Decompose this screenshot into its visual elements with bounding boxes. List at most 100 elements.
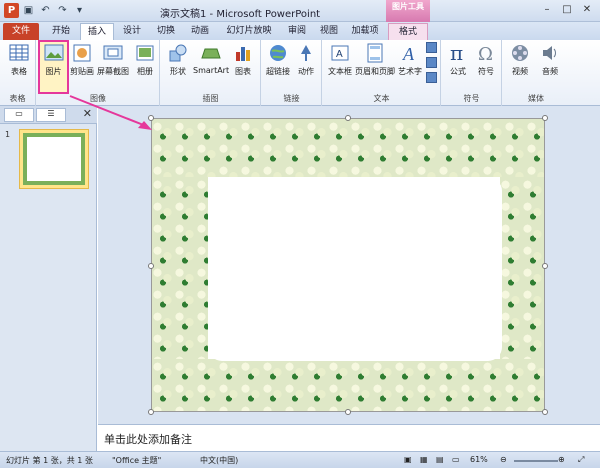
chart-button[interactable]: 图表 bbox=[231, 42, 255, 77]
group-media: 视频 音频 媒体 bbox=[503, 40, 569, 106]
shapes-button[interactable]: 形状 bbox=[165, 42, 191, 77]
clipart-icon bbox=[73, 44, 91, 62]
symbol-button[interactable]: Ω 符号 bbox=[473, 42, 499, 77]
film-reel-icon bbox=[512, 45, 528, 61]
group-label: 表格 bbox=[9, 94, 26, 103]
tab-design[interactable]: 设计 bbox=[116, 23, 148, 40]
resize-handle[interactable] bbox=[345, 115, 351, 121]
screenshot-icon bbox=[103, 45, 123, 60]
resize-handle[interactable] bbox=[148, 115, 154, 121]
slide-thumbnail[interactable] bbox=[19, 129, 89, 189]
tab-review[interactable]: 审阅 bbox=[282, 23, 312, 40]
group-label: 媒体 bbox=[528, 94, 544, 103]
header-footer-button[interactable]: 页眉和页脚 bbox=[355, 42, 395, 77]
wordart-button[interactable]: A 艺术字 bbox=[397, 42, 423, 77]
svg-text:A: A bbox=[336, 49, 343, 60]
zoom-slider[interactable] bbox=[514, 460, 558, 462]
chart-icon bbox=[236, 47, 250, 61]
date-time-icon[interactable] bbox=[426, 42, 437, 53]
group-label: 文本 bbox=[373, 94, 390, 103]
slide-number: 1 bbox=[5, 130, 11, 139]
group-label: 符号 bbox=[463, 94, 480, 103]
equation-button[interactable]: π 公式 bbox=[445, 42, 471, 77]
zoom-out-icon[interactable]: ⊖ bbox=[500, 455, 507, 464]
slideshow-view-icon[interactable]: ▭ bbox=[452, 455, 460, 464]
header-footer-icon bbox=[367, 43, 383, 63]
tab-addins[interactable]: 加载项 bbox=[346, 23, 384, 40]
resize-handle[interactable] bbox=[148, 263, 154, 269]
powerpoint-icon[interactable]: P bbox=[4, 3, 19, 18]
fit-window-icon[interactable]: ⤢ bbox=[578, 455, 584, 465]
save-icon[interactable]: ▣ bbox=[22, 4, 35, 17]
resize-handle[interactable] bbox=[345, 409, 351, 415]
audio-button[interactable]: 音频 bbox=[536, 42, 564, 77]
tab-slideshow[interactable]: 幻灯片放映 bbox=[218, 23, 280, 40]
album-icon bbox=[136, 45, 154, 61]
svg-text:Ω: Ω bbox=[478, 44, 493, 64]
window-title: 演示文稿1 - Microsoft PowerPoint bbox=[160, 9, 321, 20]
slides-tab-icon[interactable]: ▭ bbox=[4, 108, 34, 122]
textbox-button[interactable]: A 文本框 bbox=[325, 42, 355, 77]
tab-home[interactable]: 开始 bbox=[44, 23, 78, 40]
text-small-buttons bbox=[426, 42, 437, 83]
slide-number-icon[interactable] bbox=[426, 57, 437, 68]
table-button[interactable]: 表格 bbox=[5, 42, 33, 77]
tab-view[interactable]: 视图 bbox=[314, 23, 344, 40]
pane-tabs: ▭ ☰ ✕ bbox=[0, 106, 97, 124]
group-text: A 文本框 页眉和页脚 A 艺术字 文本 bbox=[323, 40, 441, 106]
smartart-button[interactable]: SmartArt bbox=[193, 42, 229, 75]
screenshot-button[interactable]: 屏幕截图 bbox=[95, 42, 131, 77]
object-icon[interactable] bbox=[426, 72, 437, 83]
picture-button[interactable]: 图片 bbox=[38, 40, 69, 94]
close-pane-icon[interactable]: ✕ bbox=[83, 107, 92, 120]
tab-format[interactable]: 格式 bbox=[388, 23, 428, 40]
title-bar: P ▣ ↶ ↷ ▾ 演示文稿1 - Microsoft PowerPoint 图… bbox=[0, 0, 600, 22]
group-symbols: π 公式 Ω 符号 符号 bbox=[442, 40, 502, 106]
omega-icon: Ω bbox=[478, 44, 493, 64]
close-icon[interactable]: ✕ bbox=[578, 3, 596, 17]
group-label: 图像 bbox=[90, 94, 106, 103]
reading-view-icon[interactable]: ▤ bbox=[436, 455, 444, 464]
resize-handle[interactable] bbox=[148, 409, 154, 415]
svg-text:A: A bbox=[402, 44, 415, 64]
wordart-icon: A bbox=[402, 44, 415, 64]
group-links: 超链接 动作 链接 bbox=[262, 40, 322, 106]
theme-name: "Office 主题" bbox=[112, 456, 162, 465]
qat-menu-icon[interactable]: ▾ bbox=[73, 4, 86, 17]
video-button[interactable]: 视频 bbox=[506, 42, 534, 77]
resize-handle[interactable] bbox=[542, 115, 548, 121]
zoom-level[interactable]: 61% bbox=[470, 455, 488, 464]
resize-handle[interactable] bbox=[542, 409, 548, 415]
undo-icon[interactable]: ↶ bbox=[39, 4, 52, 17]
hyperlink-button[interactable]: 超链接 bbox=[264, 42, 292, 77]
resize-handle[interactable] bbox=[542, 263, 548, 269]
pi-icon: π bbox=[450, 42, 463, 64]
outline-tab-icon[interactable]: ☰ bbox=[36, 108, 66, 122]
table-icon bbox=[9, 44, 29, 61]
tab-transitions[interactable]: 切换 bbox=[150, 23, 182, 40]
notes-pane[interactable]: 单击此处添加备注 bbox=[98, 424, 600, 451]
slide-canvas[interactable] bbox=[148, 115, 548, 415]
maximize-icon[interactable]: □ bbox=[558, 3, 576, 17]
window-controls: – □ ✕ bbox=[538, 3, 596, 17]
slide-count: 幻灯片 第 1 张，共 1 张 bbox=[6, 456, 93, 465]
normal-view-icon[interactable]: ▣ bbox=[404, 455, 412, 464]
clipart-button[interactable]: 剪贴画 bbox=[69, 42, 95, 77]
minimize-icon[interactable]: – bbox=[538, 3, 556, 17]
picture-tools-label: 图片工具 bbox=[386, 0, 430, 22]
tab-animations[interactable]: 动画 bbox=[184, 23, 216, 40]
tab-insert[interactable]: 插入 bbox=[80, 23, 114, 40]
zoom-in-icon[interactable]: ⊕ bbox=[558, 455, 565, 464]
album-button[interactable]: 相册 bbox=[133, 42, 157, 77]
speaker-icon bbox=[543, 46, 556, 60]
tab-file[interactable]: 文件 bbox=[3, 23, 39, 40]
svg-text:π: π bbox=[450, 42, 463, 64]
ribbon-tabs: 文件 开始 插入 设计 切换 动画 幻灯片放映 审阅 视图 加载项 格式 bbox=[0, 22, 600, 40]
language[interactable]: 中文(中国) bbox=[200, 455, 238, 466]
group-tables: 表格 表格 bbox=[0, 40, 36, 106]
group-label: 插图 bbox=[202, 94, 219, 103]
action-button[interactable]: 动作 bbox=[294, 42, 318, 77]
redo-icon[interactable]: ↷ bbox=[56, 4, 69, 17]
flower-border-image[interactable] bbox=[152, 119, 544, 177]
sorter-view-icon[interactable]: ▦ bbox=[420, 455, 428, 464]
